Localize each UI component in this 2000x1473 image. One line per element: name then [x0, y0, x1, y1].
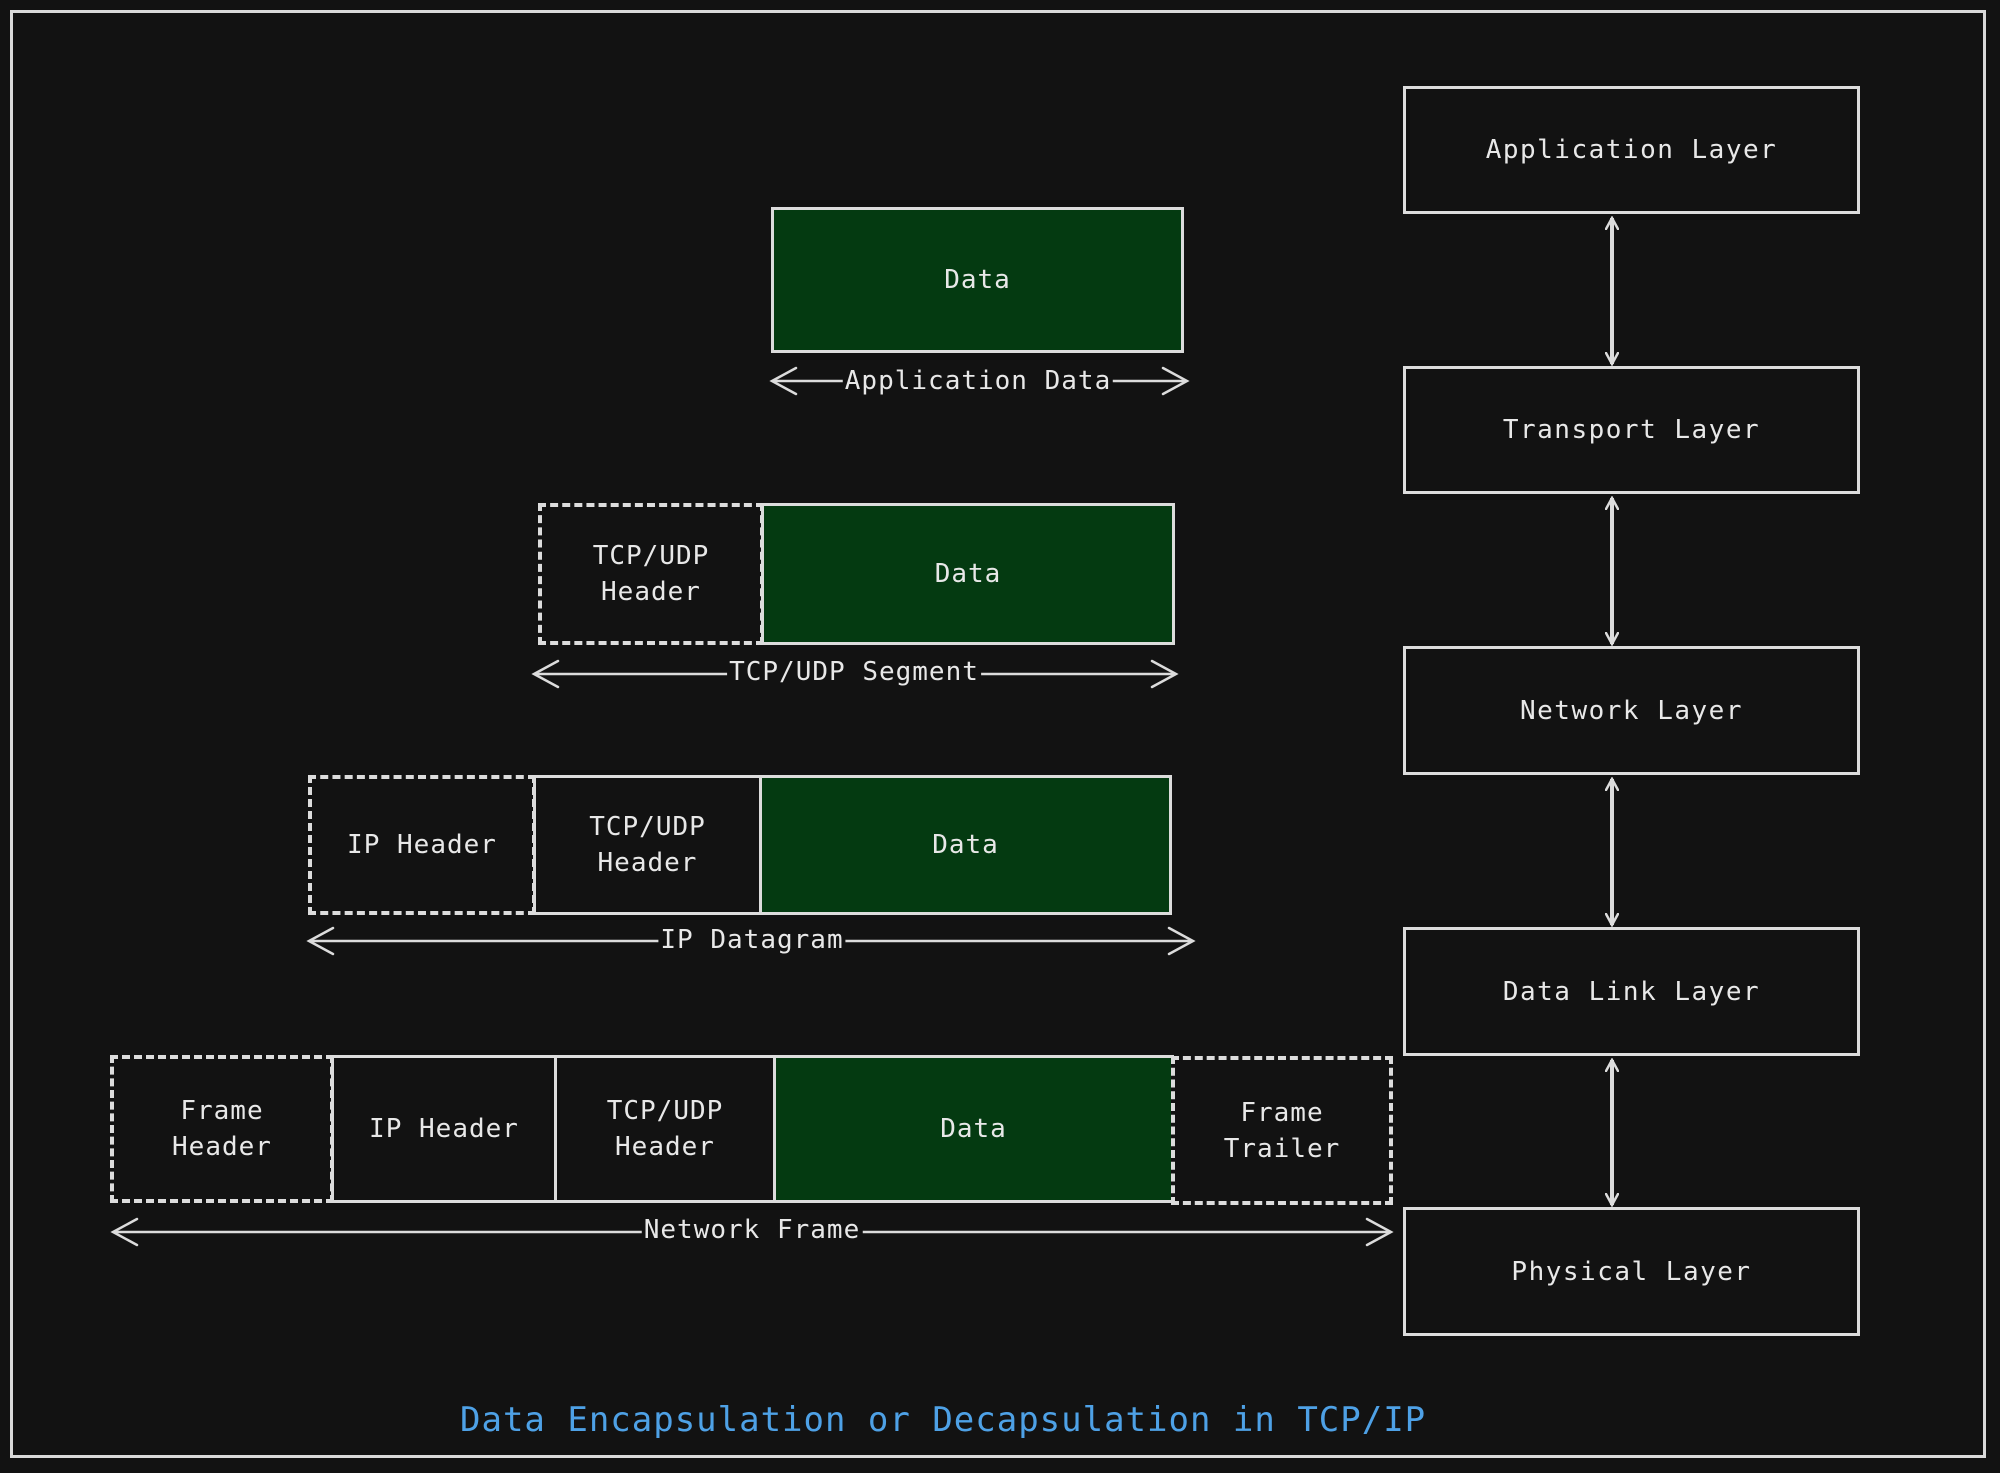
frame-header: Frame Header	[110, 1055, 334, 1203]
frame-ip-header: IP Header	[331, 1055, 557, 1203]
frame-trailer: Frame Trailer	[1171, 1056, 1393, 1205]
layer-application: Application Layer	[1403, 86, 1860, 214]
datagram-ip-header: IP Header	[308, 775, 536, 915]
layer-transport: Transport Layer	[1403, 366, 1860, 494]
layer-physical: Physical Layer	[1403, 1207, 1860, 1336]
frame-data-block: Data	[773, 1055, 1174, 1203]
layer-network: Network Layer	[1403, 646, 1860, 775]
datagram-data-block: Data	[759, 775, 1172, 915]
segment-tcp-udp-header: TCP/UDP Header	[538, 503, 764, 645]
diagram-title: Data Encapsulation or Decapsulation in T…	[460, 1400, 1427, 1440]
segment-data-block: Data	[761, 503, 1175, 645]
span-label-application: Application Data	[842, 366, 1114, 396]
datagram-tcp-udp-header: TCP/UDP Header	[533, 775, 762, 915]
frame-tcp-udp-header: TCP/UDP Header	[554, 1055, 776, 1203]
span-label-datalink: Network Frame	[641, 1215, 863, 1245]
app-data-block: Data	[771, 207, 1184, 353]
span-label-transport: TCP/UDP Segment	[727, 657, 981, 687]
span-label-network: IP Datagram	[658, 925, 846, 955]
layer-data-link: Data Link Layer	[1403, 927, 1860, 1056]
